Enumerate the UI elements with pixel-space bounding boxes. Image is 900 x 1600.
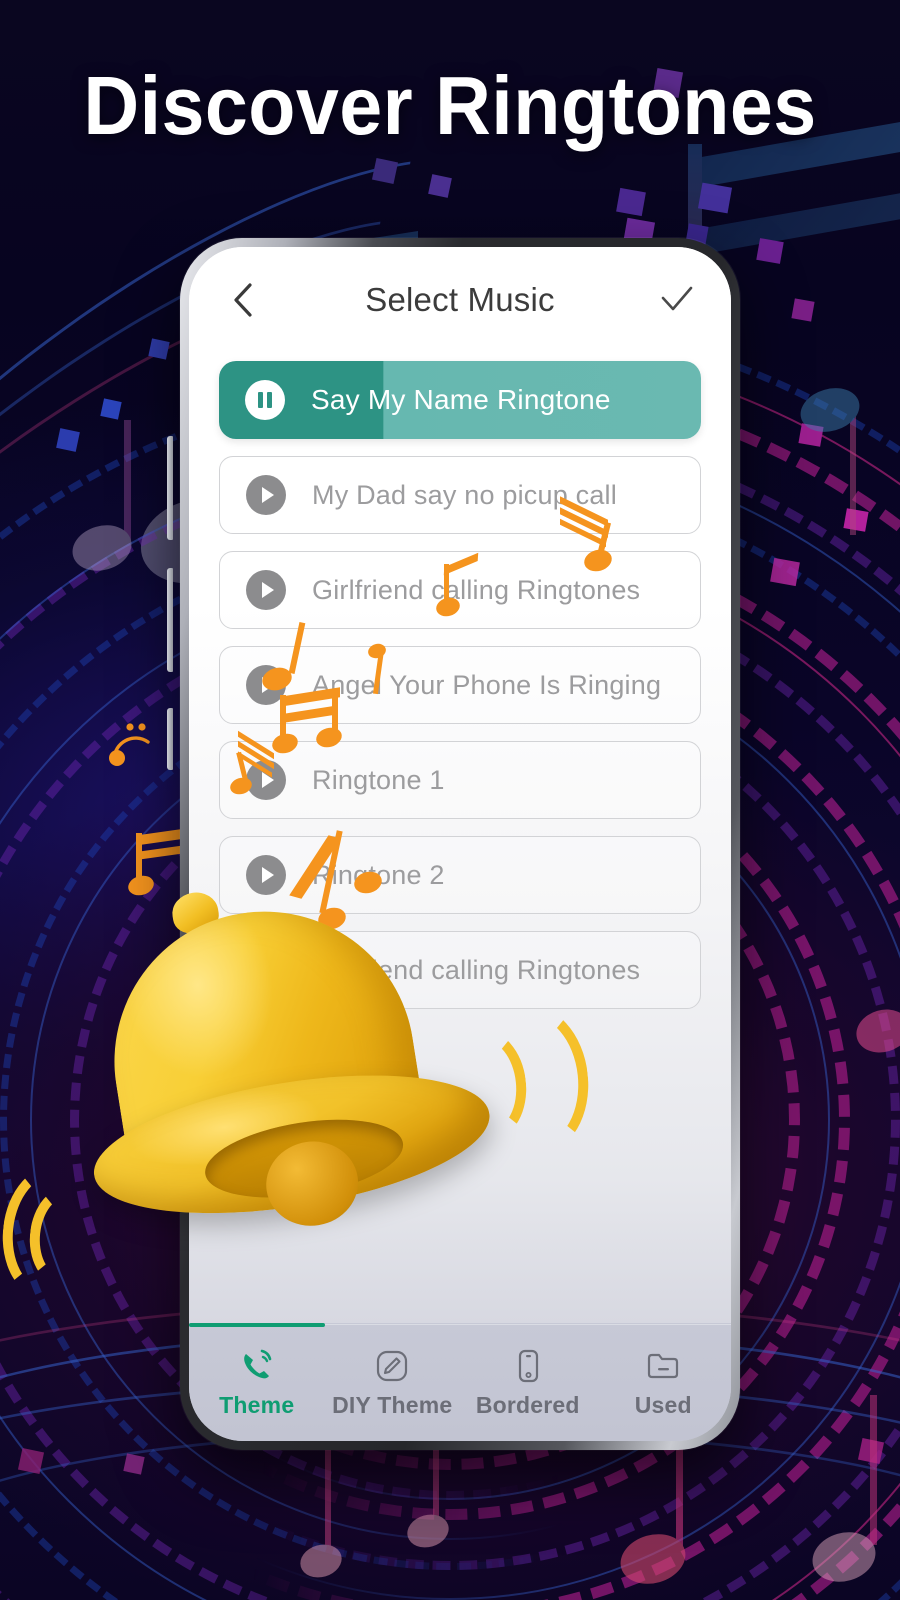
background-pixel-square bbox=[100, 398, 122, 420]
chevron-left-icon bbox=[234, 283, 252, 317]
background-pixel-square bbox=[371, 157, 399, 185]
background-pixel-square bbox=[56, 428, 80, 452]
tab-theme[interactable]: Theme bbox=[189, 1323, 325, 1441]
back-button[interactable] bbox=[223, 280, 263, 320]
tab-diy-theme[interactable]: DIY Theme bbox=[325, 1323, 461, 1441]
bottom-navigation: Theme DIY Theme Bordered Used bbox=[189, 1323, 731, 1441]
pause-icon[interactable] bbox=[245, 380, 285, 420]
play-icon[interactable] bbox=[246, 760, 286, 800]
list-item-label: Angel Your Phone Is Ringing bbox=[312, 669, 662, 700]
background-pixel-square bbox=[770, 557, 800, 587]
phone-volume-up-button bbox=[167, 436, 173, 540]
tab-label: Theme bbox=[219, 1391, 295, 1418]
folder-icon bbox=[644, 1346, 682, 1386]
tab-used[interactable]: Used bbox=[596, 1323, 732, 1441]
phone-mockup: Select Music Say My Name Ringtone My Dad… bbox=[167, 238, 740, 1450]
background-pixel-square bbox=[756, 238, 784, 264]
ringtone-list: Say My Name Ringtone My Dad say no picup… bbox=[189, 353, 731, 1323]
background-pixel-square bbox=[17, 1447, 45, 1475]
active-tab-indicator bbox=[189, 1323, 325, 1327]
play-icon[interactable] bbox=[246, 855, 286, 895]
phone-volume-down-button bbox=[167, 568, 173, 672]
list-item[interactable]: Ringtone 2 bbox=[219, 836, 701, 914]
tab-label: Used bbox=[634, 1391, 692, 1418]
background-pixel-square bbox=[843, 508, 869, 532]
background-pixel-square bbox=[123, 1453, 145, 1475]
list-item-label: Say My Name Ringtone bbox=[311, 384, 611, 415]
tab-label: DIY Theme bbox=[332, 1391, 453, 1418]
list-item-label: Girlfriend calling Ringtones bbox=[312, 954, 641, 985]
phone-screen: Select Music Say My Name Ringtone My Dad… bbox=[189, 247, 731, 1441]
phone-outline-icon bbox=[509, 1346, 547, 1386]
background-pixel-square bbox=[697, 182, 733, 214]
list-item[interactable]: Ringtone 1 bbox=[219, 741, 701, 819]
bass-clef-icon bbox=[109, 723, 150, 766]
background-pixel-square bbox=[616, 187, 646, 217]
list-item[interactable]: Say My Name Ringtone bbox=[219, 361, 701, 439]
background-pixel-square bbox=[791, 298, 815, 322]
play-icon[interactable] bbox=[246, 570, 286, 610]
confirm-button[interactable] bbox=[657, 280, 697, 320]
list-item[interactable]: My Dad say no picup call bbox=[219, 456, 701, 534]
play-icon[interactable] bbox=[246, 950, 286, 990]
tab-bordered[interactable]: Bordered bbox=[460, 1323, 596, 1441]
app-bar: Select Music bbox=[189, 247, 731, 353]
check-icon bbox=[661, 286, 693, 311]
list-item[interactable]: Girlfriend calling Ringtones bbox=[219, 931, 701, 1009]
ringing-phone-icon bbox=[238, 1346, 276, 1386]
background-pixel-square bbox=[148, 338, 170, 360]
play-icon[interactable] bbox=[246, 475, 286, 515]
background-pixel-square bbox=[428, 174, 452, 198]
pencil-square-icon bbox=[373, 1346, 411, 1386]
tab-label: Bordered bbox=[475, 1391, 580, 1418]
list-item-label: Ringtone 1 bbox=[312, 764, 445, 795]
app-bar-title: Select Music bbox=[365, 281, 555, 318]
page-title: Discover Ringtones bbox=[83, 59, 817, 152]
phone-power-button bbox=[167, 708, 173, 770]
list-item-label: Girlfriend calling Ringtones bbox=[312, 574, 641, 605]
